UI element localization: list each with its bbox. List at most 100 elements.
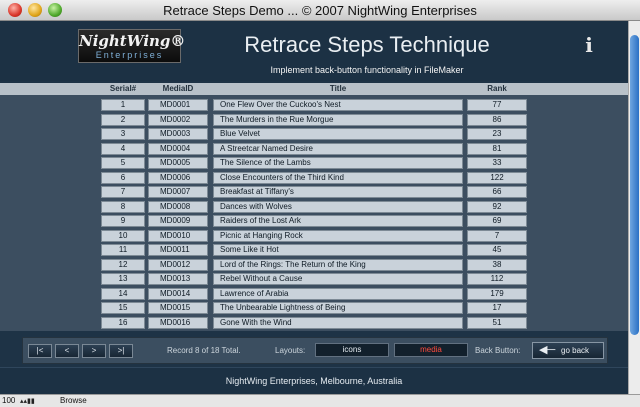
go-back-button[interactable]: ◀─ go back xyxy=(532,342,604,359)
nightwing-logo: NightWing® Enterprises xyxy=(78,29,185,63)
cell-title[interactable]: One Flew Over the Cuckoo's Nest xyxy=(213,99,463,111)
cell-rank[interactable]: 66 xyxy=(467,186,527,198)
cell-rank[interactable]: 122 xyxy=(467,171,527,184)
cell-title[interactable]: Dances with Wolves xyxy=(213,200,463,213)
cell-mediaid[interactable]: MD0008 xyxy=(148,200,208,213)
cell-title[interactable]: The Unbearable Lightness of Being xyxy=(213,302,463,314)
cell-rank[interactable]: 86 xyxy=(467,113,527,126)
cell-serial[interactable]: 14 xyxy=(101,287,145,300)
cell-mediaid[interactable]: MD0003 xyxy=(148,128,208,140)
table-row[interactable]: 12 MD0012 Lord of the Rings: The Return of… xyxy=(0,258,628,272)
cell-title[interactable]: Gone With the Wind xyxy=(213,316,463,329)
first-record-button[interactable]: |< xyxy=(28,344,52,358)
info-button[interactable]: i xyxy=(580,33,598,57)
cell-mediaid[interactable]: MD0016 xyxy=(148,316,208,329)
table-row[interactable]: 11 MD0011 Some Like it Hot 45 xyxy=(0,243,628,257)
cell-serial[interactable]: 16 xyxy=(101,316,145,329)
cell-mediaid[interactable]: MD0012 xyxy=(148,258,208,271)
cell-rank[interactable]: 45 xyxy=(467,244,527,256)
cell-rank[interactable]: 81 xyxy=(467,142,527,155)
cell-mediaid[interactable]: MD0007 xyxy=(148,186,208,198)
cell-serial[interactable]: 9 xyxy=(101,215,145,227)
zoom-level[interactable]: 100 xyxy=(2,396,15,405)
layout-icons-button[interactable]: icons xyxy=(315,343,389,357)
previous-record-button[interactable]: < xyxy=(55,344,79,358)
table-row[interactable]: 5 MD0005 The Silence of the Lambs 33 xyxy=(0,156,628,170)
cell-mediaid[interactable]: MD0002 xyxy=(148,113,208,126)
cell-rank[interactable]: 7 xyxy=(467,229,527,242)
cell-serial[interactable]: 15 xyxy=(101,302,145,314)
footer-text: NightWing Enterprises, Melbourne, Austra… xyxy=(225,376,403,386)
cell-serial[interactable]: 11 xyxy=(101,244,145,256)
table-row[interactable]: 4 MD0004 A Streetcar Named Desire 81 xyxy=(0,142,628,156)
next-record-button[interactable]: > xyxy=(82,344,106,358)
cell-rank[interactable]: 33 xyxy=(467,157,527,169)
cell-rank[interactable]: 69 xyxy=(467,215,527,227)
cell-mediaid[interactable]: MD0010 xyxy=(148,229,208,242)
cell-rank[interactable]: 23 xyxy=(467,128,527,140)
cell-title[interactable]: Lord of the Rings: The Return of the Kin… xyxy=(213,258,463,271)
table-row[interactable]: 15 MD0015 The Unbearable Lightness of Bein… xyxy=(0,301,628,315)
cell-serial[interactable]: 10 xyxy=(101,229,145,242)
table-row[interactable]: 3 MD0003 Blue Velvet 23 xyxy=(0,127,628,141)
cell-mediaid[interactable]: MD0004 xyxy=(148,142,208,155)
mode-indicator[interactable]: Browse xyxy=(60,396,87,405)
cell-serial[interactable]: 1 xyxy=(101,99,145,111)
cell-title[interactable]: The Murders in the Rue Morgue xyxy=(213,113,463,126)
cell-serial[interactable]: 7 xyxy=(101,186,145,198)
cell-mediaid[interactable]: MD0011 xyxy=(148,244,208,256)
cell-mediaid[interactable]: MD0013 xyxy=(148,273,208,285)
cell-rank[interactable]: 77 xyxy=(467,99,527,111)
table-row[interactable]: 1 MD0001 One Flew Over the Cuckoo's Nest 77 xyxy=(0,98,628,112)
cell-title[interactable]: Close Encounters of the Third Kind xyxy=(213,171,463,184)
table-row[interactable]: 8 MD0008 Dances with Wolves 92 xyxy=(0,200,628,214)
filemaker-layout: NightWing® Enterprises Retrace Steps Tec… xyxy=(0,21,628,394)
layout-media-button[interactable]: media xyxy=(394,343,468,357)
scrollbar-thumb[interactable] xyxy=(630,35,639,335)
cell-rank[interactable]: 17 xyxy=(467,302,527,314)
cell-title[interactable]: Raiders of the Lost Ark xyxy=(213,215,463,227)
table-row[interactable]: 14 MD0014 Lawrence of Arabia 179 xyxy=(0,287,628,301)
cell-mediaid[interactable]: MD0005 xyxy=(148,157,208,169)
cell-serial[interactable]: 5 xyxy=(101,157,145,169)
table-row[interactable]: 6 MD0006 Close Encounters of the Third Kin… xyxy=(0,171,628,185)
cell-serial[interactable]: 13 xyxy=(101,273,145,285)
cell-title[interactable]: Breakfast at Tiffany's xyxy=(213,186,463,198)
cell-rank[interactable]: 179 xyxy=(467,287,527,300)
window-titlebar: Retrace Steps Demo ... © 2007 NightWing … xyxy=(0,0,640,21)
cell-rank[interactable]: 92 xyxy=(467,200,527,213)
cell-title[interactable]: The Silence of the Lambs xyxy=(213,157,463,169)
layout-header: NightWing® Enterprises Retrace Steps Tec… xyxy=(0,21,628,81)
last-record-button[interactable]: >| xyxy=(109,344,133,358)
cell-rank[interactable]: 38 xyxy=(467,258,527,271)
cell-title[interactable]: Picnic at Hanging Rock xyxy=(213,229,463,242)
cell-title[interactable]: Rebel Without a Cause xyxy=(213,273,463,285)
cell-title[interactable]: Lawrence of Arabia xyxy=(213,287,463,300)
table-row[interactable]: 7 MD0007 Breakfast at Tiffany's 66 xyxy=(0,185,628,199)
record-list[interactable]: 1 MD0001 One Flew Over the Cuckoo's Nest 77… xyxy=(0,95,628,331)
table-row[interactable]: 13 MD0013 Rebel Without a Cause 112 xyxy=(0,272,628,286)
table-row[interactable]: 16 MD0016 Gone With the Wind 51 xyxy=(0,316,628,330)
cell-title[interactable]: A Streetcar Named Desire xyxy=(213,142,463,155)
cell-title[interactable]: Some Like it Hot xyxy=(213,244,463,256)
zoom-controls-icon[interactable]: ▴▴▮▮ xyxy=(20,397,54,405)
cell-serial[interactable]: 3 xyxy=(101,128,145,140)
table-row[interactable]: 9 MD0009 Raiders of the Lost Ark 69 xyxy=(0,214,628,228)
table-row[interactable]: 10 MD0010 Picnic at Hanging Rock 7 xyxy=(0,229,628,243)
cell-serial[interactable]: 12 xyxy=(101,258,145,271)
cell-mediaid[interactable]: MD0015 xyxy=(148,302,208,314)
cell-title[interactable]: Blue Velvet xyxy=(213,128,463,140)
cell-serial[interactable]: 6 xyxy=(101,171,145,184)
page-title: Retrace Steps Technique xyxy=(244,32,490,57)
cell-serial[interactable]: 2 xyxy=(101,113,145,126)
vertical-scrollbar[interactable] xyxy=(628,21,640,394)
cell-mediaid[interactable]: MD0006 xyxy=(148,171,208,184)
cell-mediaid[interactable]: MD0014 xyxy=(148,287,208,300)
cell-serial[interactable]: 8 xyxy=(101,200,145,213)
cell-rank[interactable]: 112 xyxy=(467,273,527,285)
cell-mediaid[interactable]: MD0009 xyxy=(148,215,208,227)
cell-serial[interactable]: 4 xyxy=(101,142,145,155)
cell-rank[interactable]: 51 xyxy=(467,316,527,329)
table-row[interactable]: 2 MD0002 The Murders in the Rue Morgue 86 xyxy=(0,113,628,127)
cell-mediaid[interactable]: MD0001 xyxy=(148,99,208,111)
